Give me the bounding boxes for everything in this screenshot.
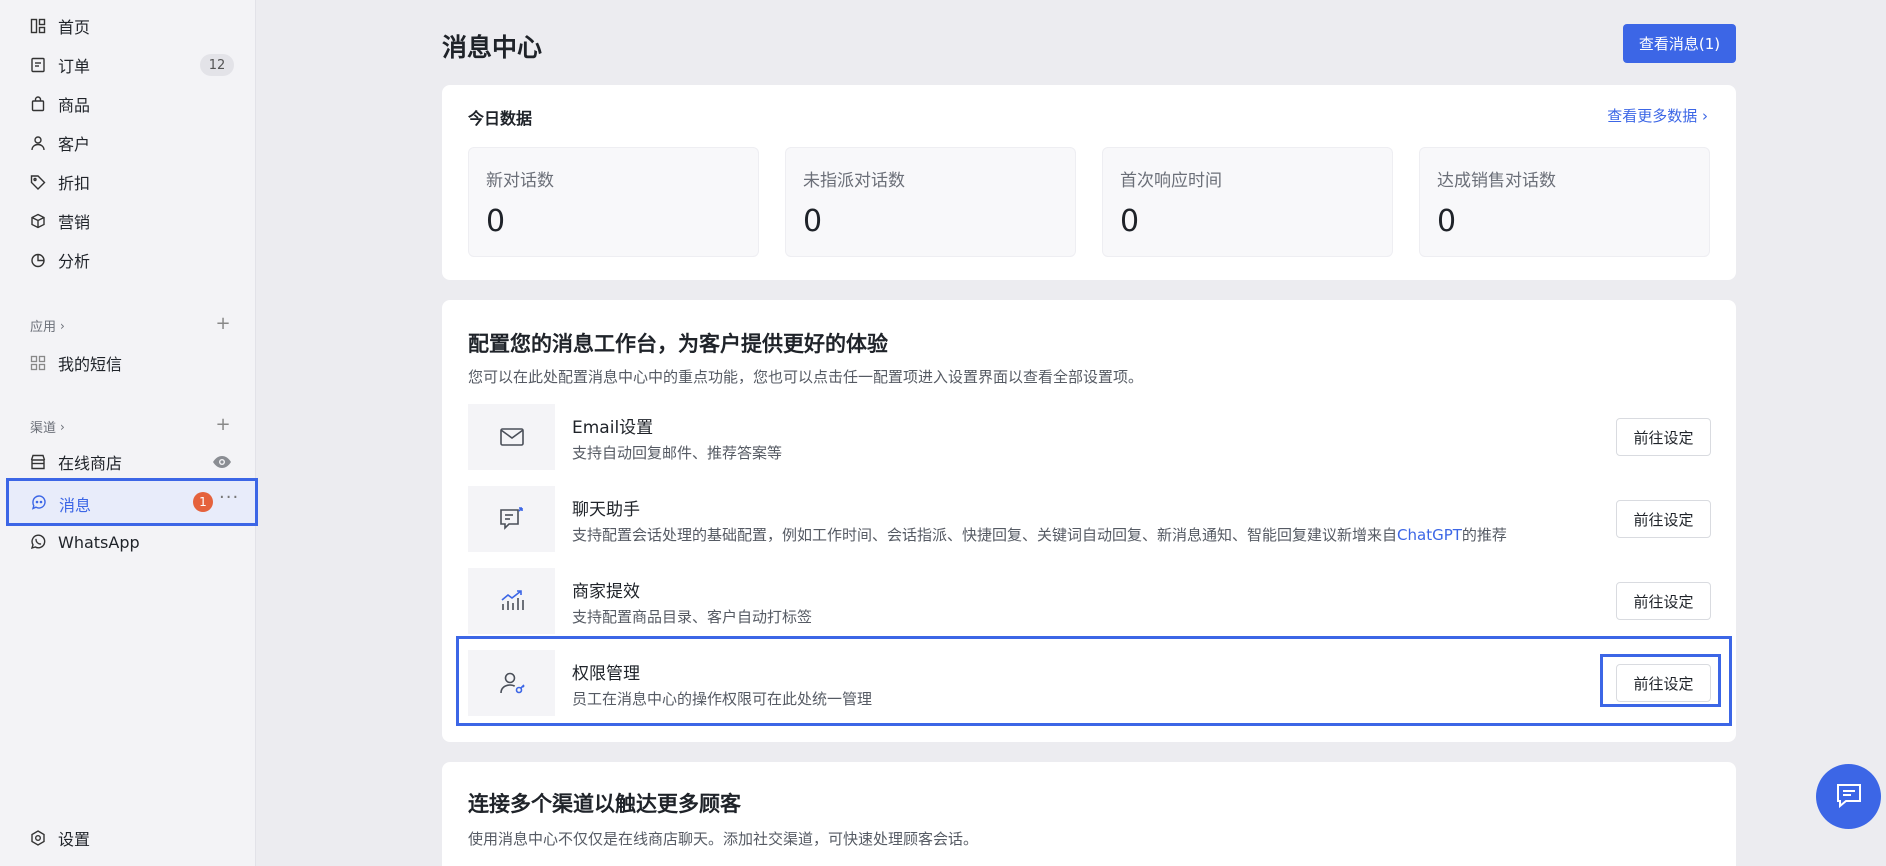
channels-label-text: 渠道 bbox=[30, 421, 57, 436]
config-row-title: Email设置 bbox=[572, 418, 654, 438]
chevron-right-icon: › bbox=[60, 419, 65, 434]
config-row-title: 聊天助手 bbox=[572, 500, 640, 520]
apps-grid-icon bbox=[30, 355, 46, 371]
sidebar-item-label: 我的短信 bbox=[58, 355, 123, 374]
config-row-desc: 支持配置会话处理的基础配置，例如工作时间、会话指派、快捷回复、关键词自动回复、新… bbox=[572, 524, 1507, 545]
sidebar-item-label: 营销 bbox=[58, 213, 91, 232]
order-icon bbox=[30, 57, 46, 73]
stat-value: 0 bbox=[803, 204, 823, 239]
more-options-icon[interactable]: ··· bbox=[219, 487, 239, 508]
cube-icon bbox=[30, 213, 46, 229]
today-data-card: 今日数据 查看更多数据 › 新对话数 0 未指派对话数 0 首次响应时间 0 达… bbox=[442, 85, 1736, 280]
config-row-desc: 支持自动回复邮件、推荐答案等 bbox=[572, 444, 783, 462]
permissions-row-highlight bbox=[456, 636, 1732, 726]
stat-label: 达成销售对话数 bbox=[1437, 171, 1556, 191]
sidebar-item-label: 消息 bbox=[59, 496, 92, 515]
stat-new-conversations: 新对话数 0 bbox=[468, 147, 759, 257]
stat-label: 未指派对话数 bbox=[803, 171, 905, 191]
bag-icon bbox=[30, 96, 46, 112]
config-row-desc-text: 支持配置会话处理的基础配置，例如工作时间、会话指派、快捷回复、关键词自动回复、新… bbox=[572, 526, 1398, 544]
stat-label: 首次响应时间 bbox=[1120, 171, 1222, 191]
page-title: 消息中心 bbox=[442, 33, 543, 62]
sidebar-item-discounts[interactable]: 折扣 bbox=[30, 167, 90, 197]
sidebar-item-online-store[interactable]: 在线商店 bbox=[30, 447, 122, 477]
stat-value: 0 bbox=[486, 204, 506, 239]
channels-card-title: 连接多个渠道以触达更多顾客 bbox=[468, 792, 741, 816]
chat-bubble-icon bbox=[1834, 780, 1864, 814]
apps-label-text: 应用 bbox=[30, 320, 57, 335]
sidebar-item-products[interactable]: 商品 bbox=[30, 89, 90, 119]
stat-value: 0 bbox=[1120, 204, 1140, 239]
add-channel-button[interactable]: + bbox=[215, 416, 231, 434]
view-more-data-text: 查看更多数据 bbox=[1607, 107, 1698, 125]
config-description: 您可以在此处配置消息中心中的重点功能，您也可以点击任一配置项进入设置界面以查看全… bbox=[468, 368, 1144, 386]
merchant-efficiency-go-button[interactable]: 前往设定 bbox=[1616, 582, 1711, 620]
permissions-button-highlight bbox=[1600, 654, 1721, 707]
chat-assistant-icon bbox=[468, 486, 555, 552]
config-row-chat-assistant[interactable]: 聊天助手 支持配置会话处理的基础配置，例如工作时间、会话指派、快捷回复、关键词自… bbox=[468, 486, 1711, 552]
sidebar-item-marketing[interactable]: 营销 bbox=[30, 206, 90, 236]
view-more-data-link[interactable]: 查看更多数据 › bbox=[1607, 105, 1708, 126]
sidebar-item-label: 首页 bbox=[58, 18, 91, 37]
sidebar-item-label: 在线商店 bbox=[58, 454, 123, 473]
growth-chart-icon bbox=[468, 568, 555, 634]
sidebar-item-label: 商品 bbox=[58, 96, 91, 115]
config-row-email[interactable]: Email设置 支持自动回复邮件、推荐答案等 前往设定 bbox=[468, 404, 1711, 470]
sidebar-item-home[interactable]: 首页 bbox=[30, 11, 90, 41]
config-row-desc-suffix: 的推荐 bbox=[1461, 526, 1507, 544]
stat-value: 0 bbox=[1437, 204, 1457, 239]
channels-card-description: 使用消息中心不仅仅是在线商店聊天。添加社交渠道，可快速处理顾客会话。 bbox=[468, 830, 979, 848]
view-messages-button[interactable]: 查看消息(1) bbox=[1623, 24, 1736, 63]
chatgpt-link[interactable]: ChatGPT bbox=[1397, 526, 1462, 544]
store-icon bbox=[30, 454, 46, 470]
orders-count-badge: 12 bbox=[200, 54, 234, 76]
dashboard-icon bbox=[30, 18, 46, 34]
chevron-right-icon: › bbox=[1702, 107, 1708, 125]
sidebar-item-label: 分析 bbox=[58, 252, 91, 271]
sidebar-item-analytics[interactable]: 分析 bbox=[30, 245, 90, 275]
eye-icon[interactable] bbox=[212, 454, 232, 468]
sidebar-item-my-sms[interactable]: 我的短信 bbox=[30, 348, 122, 378]
sidebar-item-orders[interactable]: 订单 bbox=[30, 50, 90, 80]
mail-icon bbox=[468, 404, 555, 470]
stat-first-response-time: 首次响应时间 0 bbox=[1102, 147, 1393, 257]
sidebar-item-whatsapp[interactable]: WhatsApp bbox=[30, 527, 140, 557]
stat-sales-conversations: 达成销售对话数 0 bbox=[1419, 147, 1710, 257]
config-row-merchant-efficiency[interactable]: 商家提效 支持配置商品目录、客户自动打标签 前往设定 bbox=[468, 568, 1711, 634]
tag-icon bbox=[30, 174, 46, 190]
channels-section-label[interactable]: 渠道 › bbox=[30, 417, 65, 437]
sidebar-item-messages[interactable]: 消息 1 ··· bbox=[6, 478, 258, 526]
unread-badge: 1 bbox=[193, 492, 213, 512]
chat-support-button[interactable] bbox=[1816, 764, 1881, 829]
gear-icon bbox=[30, 830, 46, 846]
stat-unassigned-conversations: 未指派对话数 0 bbox=[785, 147, 1076, 257]
person-icon bbox=[30, 135, 46, 151]
sidebar-item-label: 设置 bbox=[58, 830, 91, 849]
chat-bot-icon bbox=[31, 494, 47, 510]
whatsapp-icon bbox=[30, 534, 46, 550]
email-settings-go-button[interactable]: 前往设定 bbox=[1616, 418, 1711, 456]
sidebar-item-label: WhatsApp bbox=[58, 532, 140, 552]
sidebar-item-customers[interactable]: 客户 bbox=[30, 128, 90, 158]
sidebar-item-label: 客户 bbox=[58, 135, 91, 154]
config-row-desc: 支持配置商品目录、客户自动打标签 bbox=[572, 608, 813, 626]
chevron-right-icon: › bbox=[60, 318, 65, 333]
add-app-button[interactable]: + bbox=[215, 315, 231, 333]
chat-assistant-go-button[interactable]: 前往设定 bbox=[1616, 500, 1711, 538]
today-data-title: 今日数据 bbox=[468, 109, 533, 128]
apps-section-label[interactable]: 应用 › bbox=[30, 316, 65, 336]
sidebar-item-label: 折扣 bbox=[58, 174, 91, 193]
pie-icon bbox=[30, 252, 46, 268]
channels-card: 连接多个渠道以触达更多顾客 使用消息中心不仅仅是在线商店聊天。添加社交渠道，可快… bbox=[442, 762, 1736, 866]
config-title: 配置您的消息工作台，为客户提供更好的体验 bbox=[468, 332, 888, 356]
stat-label: 新对话数 bbox=[486, 171, 554, 191]
sidebar-item-settings[interactable]: 设置 bbox=[30, 823, 90, 853]
config-row-title: 商家提效 bbox=[572, 582, 640, 602]
sidebar-item-label: 订单 bbox=[58, 57, 91, 76]
sidebar: 首页 订单 12 商品 客户 折扣 营销 分析 应用 › + 我的短信 渠道 › +… bbox=[0, 0, 258, 866]
